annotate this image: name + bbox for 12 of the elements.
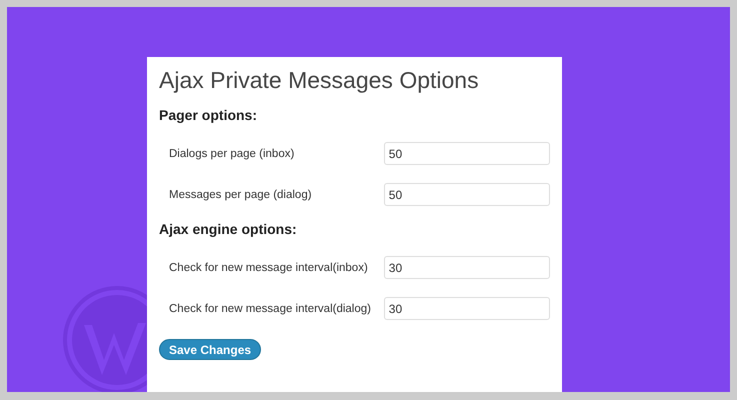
number-field[interactable]: 30 (384, 297, 550, 320)
section-heading: Pager options: (159, 106, 258, 125)
number-field[interactable]: 50 (384, 183, 550, 206)
field-label: Messages per page (dialog) (169, 188, 313, 202)
number-field[interactable]: 50 (384, 142, 550, 165)
number-field[interactable]: 30 (384, 256, 550, 279)
page-title: Ajax Private Messages Options (159, 66, 480, 95)
save-button[interactable]: Save Changes (159, 339, 262, 360)
field-label: Dialogs per page (inbox) (169, 146, 296, 162)
field-label: Check for new message interval(inbox) (169, 260, 369, 276)
field-label: Check for new message interval(dialog) (169, 302, 372, 316)
section-heading: Ajax engine options: (159, 220, 298, 239)
